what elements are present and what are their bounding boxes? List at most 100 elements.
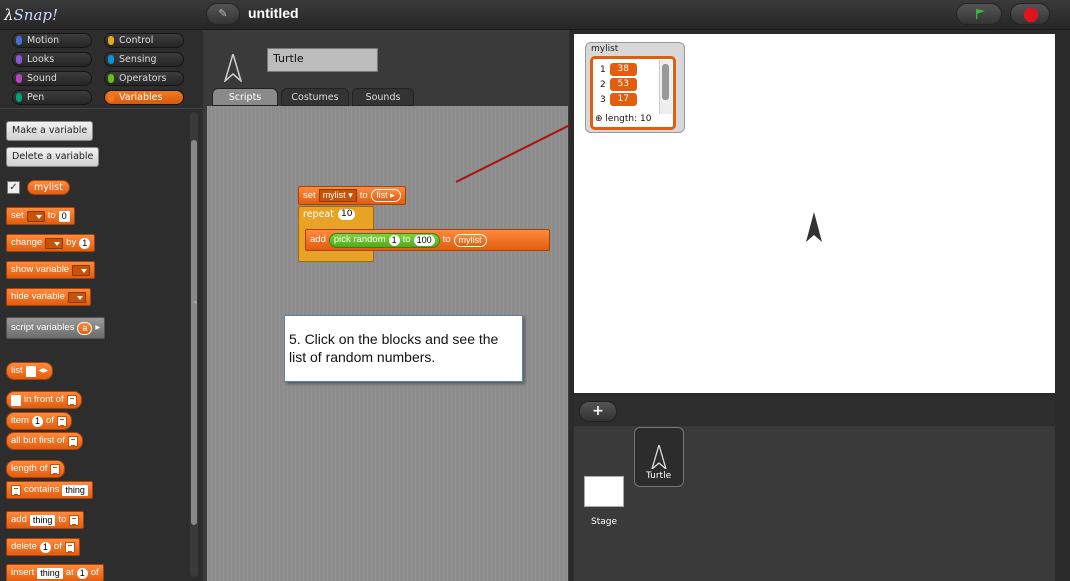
instruction-callout: 5. Click on the blocks and see the list …	[284, 315, 523, 382]
sprite-label: Turtle	[646, 471, 672, 481]
row-index: 1	[600, 64, 606, 75]
stage-label: Stage	[591, 517, 618, 527]
list-cell[interactable]: 53	[609, 78, 637, 91]
list-cell[interactable]: 38	[609, 63, 637, 76]
turtle-icon	[651, 445, 667, 469]
tab-scripts[interactable]: Scripts	[212, 88, 278, 106]
block-label: hide variable	[11, 291, 65, 302]
make-variable-button[interactable]: Make a variable	[6, 121, 94, 141]
stop-button[interactable]	[1010, 3, 1050, 25]
set-list-block[interactable]: set mylist ▾ to list ▸	[298, 186, 406, 205]
value-slot[interactable]: 1	[79, 237, 91, 249]
hide-variable-block[interactable]: hide variable	[6, 288, 91, 306]
show-variable-block[interactable]: show variable	[6, 261, 96, 279]
min-slot[interactable]: 1	[388, 234, 400, 246]
list-cell[interactable]: 17	[609, 93, 637, 106]
list-item: 1 38	[600, 63, 637, 76]
value-slot[interactable]: thing	[29, 514, 56, 526]
index-slot[interactable]: 1	[76, 567, 88, 579]
value-slot[interactable]	[11, 394, 21, 406]
category-pen[interactable]: Pen	[12, 90, 92, 105]
block-label: show variable	[11, 264, 70, 275]
sprite-name-field[interactable]: Turtle	[267, 48, 378, 72]
mylist-reporter[interactable]: mylist	[453, 233, 487, 247]
length-of-block[interactable]: length of	[6, 460, 66, 478]
motion-dot-icon	[16, 36, 22, 45]
list-item-slot[interactable]	[25, 365, 36, 377]
in-front-of-block[interactable]: in front of	[6, 391, 82, 409]
category-looks[interactable]: Looks	[12, 52, 92, 67]
list-scroll-thumb[interactable]	[662, 64, 669, 100]
repeat-count-slot[interactable]: 10	[337, 209, 356, 220]
category-control[interactable]: Control	[104, 33, 184, 48]
turtle-sprite[interactable]	[805, 212, 823, 242]
contains-block[interactable]: contains thing	[6, 481, 93, 499]
category-label: Operators	[119, 73, 167, 84]
script-variables-block[interactable]: script variables a ▸	[6, 317, 106, 339]
category-label: Sensing	[119, 54, 157, 65]
variables-dot-icon	[108, 93, 114, 102]
delete-variable-button[interactable]: Delete a variable	[6, 147, 100, 167]
block-label: of	[90, 567, 99, 578]
block-label: to	[402, 234, 411, 245]
list-reporter[interactable]: list ▸	[370, 189, 401, 202]
tab-costumes[interactable]: Costumes	[281, 88, 349, 106]
row-index: 2	[600, 79, 606, 90]
block-label: repeat	[303, 209, 334, 220]
pencil-icon: ✎	[218, 7, 228, 20]
pick-random-block[interactable]: pick random 1 to 100	[328, 232, 440, 248]
variable-dropdown[interactable]	[26, 210, 45, 222]
change-variable-block[interactable]: change by 1	[6, 234, 96, 252]
index-slot[interactable]: 1	[39, 541, 51, 553]
stage-thumbnail[interactable]	[584, 476, 624, 507]
category-variables[interactable]: Variables	[104, 90, 184, 105]
variable-dropdown[interactable]	[45, 237, 64, 249]
list-reporter-block[interactable]: list ◂▸	[6, 362, 54, 380]
block-label: change	[11, 237, 43, 248]
block-label: of	[45, 415, 54, 426]
control-dot-icon	[108, 36, 114, 45]
category-motion[interactable]: Motion	[12, 33, 92, 48]
value-slot[interactable]: 0	[58, 210, 70, 222]
insert-at-list-block[interactable]: insert thing at 1 of	[6, 564, 104, 581]
category-sensing[interactable]: Sensing	[104, 52, 184, 67]
add-sprite-button[interactable]: +	[579, 401, 617, 422]
index-slot[interactable]: 1	[31, 415, 43, 427]
value-slot[interactable]: thing	[62, 484, 88, 496]
block-label: to	[442, 234, 451, 245]
block-label: set	[11, 210, 24, 221]
project-menu-button[interactable]: ✎	[206, 3, 240, 25]
block-label: delete	[11, 541, 37, 552]
all-but-first-block[interactable]: all but first of	[6, 432, 83, 450]
max-slot[interactable]: 100	[413, 234, 435, 246]
item-of-block[interactable]: item 1 of	[6, 412, 72, 430]
variable-dropdown[interactable]: mylist ▾	[318, 189, 357, 202]
category-sound[interactable]: Sound	[12, 71, 92, 86]
block-label: length of	[11, 463, 48, 474]
delete-of-list-block[interactable]: delete 1 of	[6, 538, 80, 556]
set-variable-block[interactable]: set to 0	[6, 207, 75, 225]
add-to-list-block[interactable]: add thing to	[6, 511, 85, 529]
variable-dropdown[interactable]	[67, 291, 86, 303]
snap-logo[interactable]: λSnap!	[4, 3, 62, 27]
add-to-list-script-block[interactable]: add pick random 1 to 100 to mylist	[305, 229, 550, 251]
palette-resize-handle[interactable]: ◂	[193, 298, 197, 306]
value-slot[interactable]: thing	[37, 567, 63, 579]
variable-reporter-mylist[interactable]: mylist	[27, 180, 70, 195]
expand-arrow-icon[interactable]: ▸	[95, 320, 100, 336]
script-var-arg[interactable]: a	[77, 321, 93, 335]
list-length: length: 10	[605, 114, 652, 124]
add-item-icon[interactable]: ⊕	[595, 114, 603, 124]
tab-sounds[interactable]: Sounds	[352, 88, 414, 106]
sensing-dot-icon	[108, 55, 114, 64]
block-label: to	[359, 189, 368, 201]
variable-watcher-checkbox[interactable]: ✓	[7, 181, 20, 194]
block-label: add	[310, 234, 326, 245]
snap-window: λSnap! ✎ untitled Motion Control Looks S…	[0, 0, 1070, 581]
palette-scroll-thumb[interactable]	[191, 140, 197, 525]
green-flag-button[interactable]	[956, 3, 1002, 25]
variable-dropdown[interactable]	[72, 264, 91, 276]
list-arrows-icon[interactable]: ◂▸	[39, 363, 49, 379]
category-operators[interactable]: Operators	[104, 71, 184, 86]
watcher-title: mylist	[591, 44, 619, 54]
